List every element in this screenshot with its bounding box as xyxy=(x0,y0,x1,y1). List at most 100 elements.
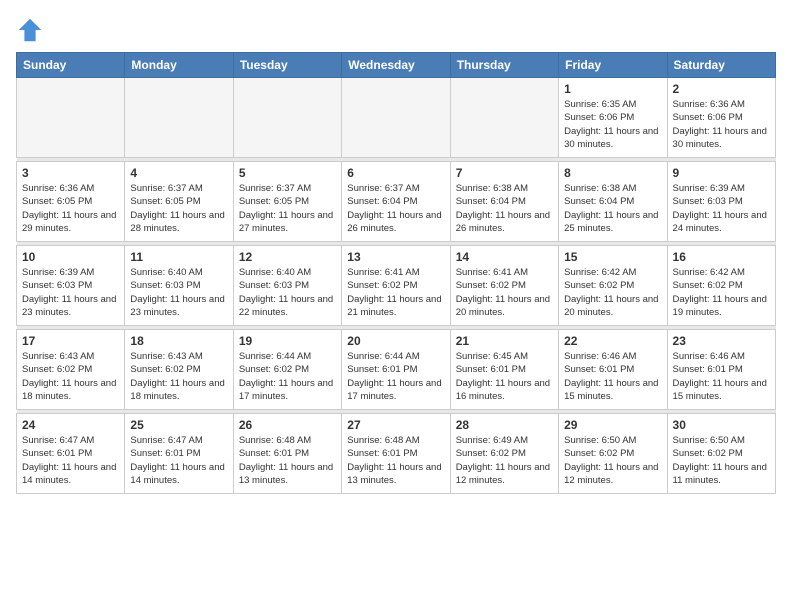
day-info: Sunrise: 6:35 AM Sunset: 6:06 PM Dayligh… xyxy=(564,98,661,151)
calendar-cell xyxy=(342,78,450,158)
day-number: 19 xyxy=(239,334,336,348)
calendar-cell: 1 Sunrise: 6:35 AM Sunset: 6:06 PM Daylig… xyxy=(559,78,667,158)
calendar-cell: 23 Sunrise: 6:46 AM Sunset: 6:01 PM Dayli… xyxy=(667,330,775,410)
day-number: 14 xyxy=(456,250,553,264)
calendar-cell: 15 Sunrise: 6:42 AM Sunset: 6:02 PM Dayli… xyxy=(559,246,667,326)
calendar-cell: 13 Sunrise: 6:41 AM Sunset: 6:02 PM Dayli… xyxy=(342,246,450,326)
day-number: 27 xyxy=(347,418,444,432)
day-info: Sunrise: 6:46 AM Sunset: 6:01 PM Dayligh… xyxy=(564,350,661,403)
day-info: Sunrise: 6:37 AM Sunset: 6:05 PM Dayligh… xyxy=(239,182,336,235)
calendar-cell: 17 Sunrise: 6:43 AM Sunset: 6:02 PM Dayli… xyxy=(17,330,125,410)
day-number: 23 xyxy=(673,334,770,348)
calendar-cell xyxy=(125,78,233,158)
calendar-cell: 4 Sunrise: 6:37 AM Sunset: 6:05 PM Daylig… xyxy=(125,162,233,242)
calendar-cell: 8 Sunrise: 6:38 AM Sunset: 6:04 PM Daylig… xyxy=(559,162,667,242)
calendar-cell: 11Sunrise: 6:40 AM Sunset: 6:03 PM Dayli… xyxy=(125,246,233,326)
day-info: Sunrise: 6:41 AM Sunset: 6:02 PM Dayligh… xyxy=(456,266,553,319)
day-info: Sunrise: 6:39 AM Sunset: 6:03 PM Dayligh… xyxy=(22,266,119,319)
day-info: Sunrise: 6:44 AM Sunset: 6:01 PM Dayligh… xyxy=(347,350,444,403)
calendar-cell: 5 Sunrise: 6:37 AM Sunset: 6:05 PM Daylig… xyxy=(233,162,341,242)
calendar-week-row: 17 Sunrise: 6:43 AM Sunset: 6:02 PM Dayli… xyxy=(17,330,776,410)
day-number: 7 xyxy=(456,166,553,180)
day-info: Sunrise: 6:38 AM Sunset: 6:04 PM Dayligh… xyxy=(456,182,553,235)
day-info: Sunrise: 6:48 AM Sunset: 6:01 PM Dayligh… xyxy=(239,434,336,487)
weekday-header: Wednesday xyxy=(342,53,450,78)
day-info: Sunrise: 6:39 AM Sunset: 6:03 PM Dayligh… xyxy=(673,182,770,235)
day-number: 16 xyxy=(673,250,770,264)
day-number: 8 xyxy=(564,166,661,180)
calendar-cell: 9Sunrise: 6:39 AM Sunset: 6:03 PM Daylig… xyxy=(667,162,775,242)
day-number: 6 xyxy=(347,166,444,180)
calendar-table: SundayMondayTuesdayWednesdayThursdayFrid… xyxy=(16,52,776,494)
day-number: 29 xyxy=(564,418,661,432)
calendar-cell: 18 Sunrise: 6:43 AM Sunset: 6:02 PM Dayli… xyxy=(125,330,233,410)
calendar-cell xyxy=(233,78,341,158)
day-info: Sunrise: 6:50 AM Sunset: 6:02 PM Dayligh… xyxy=(673,434,770,487)
weekday-header: Saturday xyxy=(667,53,775,78)
day-info: Sunrise: 6:47 AM Sunset: 6:01 PM Dayligh… xyxy=(130,434,227,487)
calendar-cell: 26 Sunrise: 6:48 AM Sunset: 6:01 PM Dayli… xyxy=(233,414,341,494)
day-info: Sunrise: 6:41 AM Sunset: 6:02 PM Dayligh… xyxy=(347,266,444,319)
day-info: Sunrise: 6:36 AM Sunset: 6:06 PM Dayligh… xyxy=(673,98,770,151)
day-info: Sunrise: 6:40 AM Sunset: 6:03 PM Dayligh… xyxy=(130,266,227,319)
calendar-cell: 22 Sunrise: 6:46 AM Sunset: 6:01 PM Dayli… xyxy=(559,330,667,410)
day-info: Sunrise: 6:40 AM Sunset: 6:03 PM Dayligh… xyxy=(239,266,336,319)
page-header xyxy=(16,16,776,44)
day-number: 26 xyxy=(239,418,336,432)
day-info: Sunrise: 6:37 AM Sunset: 6:05 PM Dayligh… xyxy=(130,182,227,235)
calendar-cell: 24Sunrise: 6:47 AM Sunset: 6:01 PM Dayli… xyxy=(17,414,125,494)
day-info: Sunrise: 6:44 AM Sunset: 6:02 PM Dayligh… xyxy=(239,350,336,403)
calendar-cell: 6 Sunrise: 6:37 AM Sunset: 6:04 PM Daylig… xyxy=(342,162,450,242)
calendar-cell: 27 Sunrise: 6:48 AM Sunset: 6:01 PM Dayli… xyxy=(342,414,450,494)
day-info: Sunrise: 6:43 AM Sunset: 6:02 PM Dayligh… xyxy=(130,350,227,403)
calendar-cell: 19 Sunrise: 6:44 AM Sunset: 6:02 PM Dayli… xyxy=(233,330,341,410)
calendar-cell: 29 Sunrise: 6:50 AM Sunset: 6:02 PM Dayli… xyxy=(559,414,667,494)
weekday-header: Tuesday xyxy=(233,53,341,78)
day-info: Sunrise: 6:42 AM Sunset: 6:02 PM Dayligh… xyxy=(673,266,770,319)
logo-icon xyxy=(16,16,44,44)
day-number: 12 xyxy=(239,250,336,264)
day-info: Sunrise: 6:37 AM Sunset: 6:04 PM Dayligh… xyxy=(347,182,444,235)
calendar-cell xyxy=(17,78,125,158)
day-number: 18 xyxy=(130,334,227,348)
day-info: Sunrise: 6:36 AM Sunset: 6:05 PM Dayligh… xyxy=(22,182,119,235)
logo xyxy=(16,16,46,44)
day-number: 30 xyxy=(673,418,770,432)
day-number: 15 xyxy=(564,250,661,264)
day-info: Sunrise: 6:42 AM Sunset: 6:02 PM Dayligh… xyxy=(564,266,661,319)
day-number: 21 xyxy=(456,334,553,348)
calendar-cell: 10 Sunrise: 6:39 AM Sunset: 6:03 PM Dayli… xyxy=(17,246,125,326)
calendar-cell: 3 Sunrise: 6:36 AM Sunset: 6:05 PM Daylig… xyxy=(17,162,125,242)
day-info: Sunrise: 6:43 AM Sunset: 6:02 PM Dayligh… xyxy=(22,350,119,403)
weekday-header: Thursday xyxy=(450,53,558,78)
calendar-cell xyxy=(450,78,558,158)
calendar-cell: 14 Sunrise: 6:41 AM Sunset: 6:02 PM Dayli… xyxy=(450,246,558,326)
calendar-week-row: 24Sunrise: 6:47 AM Sunset: 6:01 PM Dayli… xyxy=(17,414,776,494)
day-info: Sunrise: 6:38 AM Sunset: 6:04 PM Dayligh… xyxy=(564,182,661,235)
day-number: 13 xyxy=(347,250,444,264)
day-number: 20 xyxy=(347,334,444,348)
day-number: 3 xyxy=(22,166,119,180)
day-number: 17 xyxy=(22,334,119,348)
day-info: Sunrise: 6:49 AM Sunset: 6:02 PM Dayligh… xyxy=(456,434,553,487)
day-number: 10 xyxy=(22,250,119,264)
day-number: 25 xyxy=(130,418,227,432)
day-number: 4 xyxy=(130,166,227,180)
day-info: Sunrise: 6:46 AM Sunset: 6:01 PM Dayligh… xyxy=(673,350,770,403)
day-info: Sunrise: 6:50 AM Sunset: 6:02 PM Dayligh… xyxy=(564,434,661,487)
calendar-week-row: 10 Sunrise: 6:39 AM Sunset: 6:03 PM Dayli… xyxy=(17,246,776,326)
day-info: Sunrise: 6:48 AM Sunset: 6:01 PM Dayligh… xyxy=(347,434,444,487)
calendar-cell: 20 Sunrise: 6:44 AM Sunset: 6:01 PM Dayli… xyxy=(342,330,450,410)
day-number: 5 xyxy=(239,166,336,180)
calendar-cell: 30 Sunrise: 6:50 AM Sunset: 6:02 PM Dayli… xyxy=(667,414,775,494)
weekday-header: Friday xyxy=(559,53,667,78)
day-number: 22 xyxy=(564,334,661,348)
day-number: 28 xyxy=(456,418,553,432)
calendar-cell: 25 Sunrise: 6:47 AM Sunset: 6:01 PM Dayli… xyxy=(125,414,233,494)
calendar-week-row: 1 Sunrise: 6:35 AM Sunset: 6:06 PM Daylig… xyxy=(17,78,776,158)
day-number: 2 xyxy=(673,82,770,96)
calendar-cell: 7 Sunrise: 6:38 AM Sunset: 6:04 PM Daylig… xyxy=(450,162,558,242)
day-info: Sunrise: 6:47 AM Sunset: 6:01 PM Dayligh… xyxy=(22,434,119,487)
calendar-header-row: SundayMondayTuesdayWednesdayThursdayFrid… xyxy=(17,53,776,78)
day-number: 1 xyxy=(564,82,661,96)
